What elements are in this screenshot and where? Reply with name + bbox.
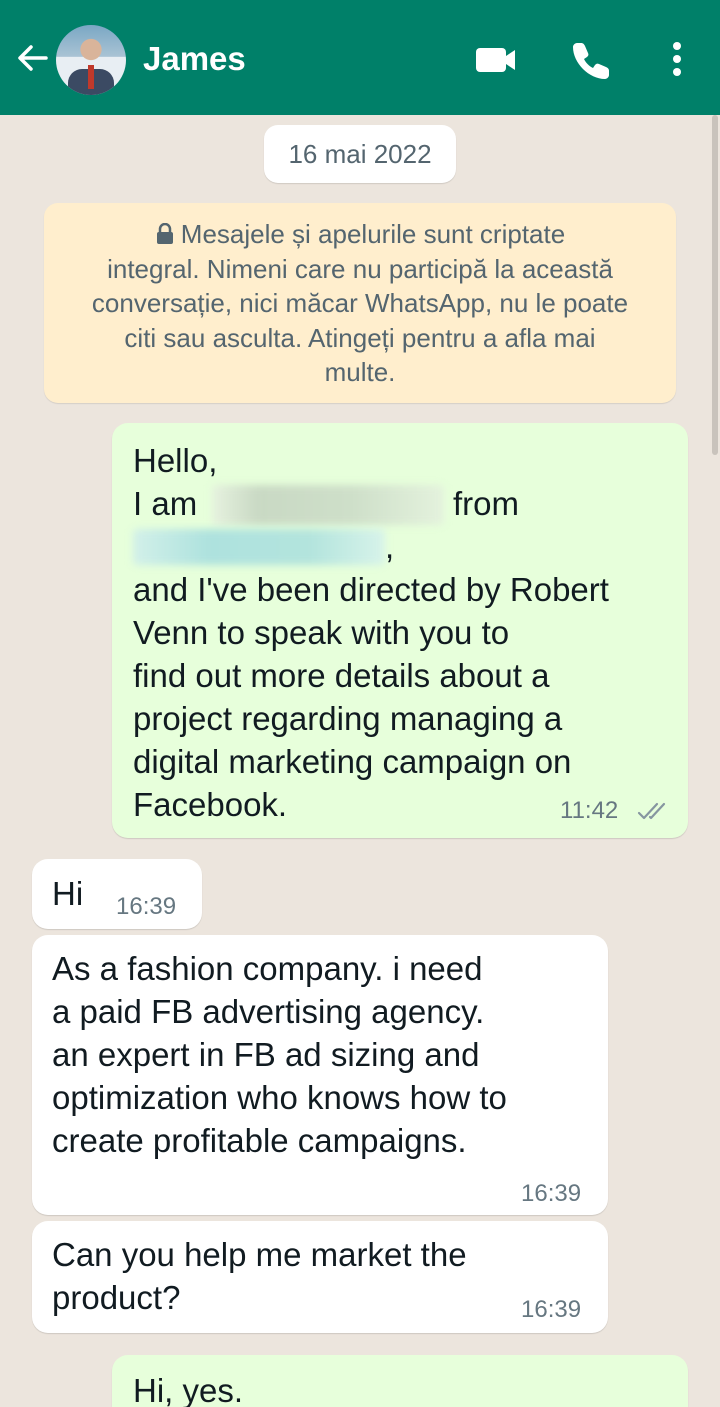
voice-call-icon[interactable]	[572, 40, 612, 80]
contact-name[interactable]: James	[143, 40, 246, 78]
chat-header: James	[0, 0, 720, 115]
back-arrow-icon[interactable]	[14, 40, 50, 76]
message-time: 16:39	[521, 1296, 582, 1323]
date-separator: 16 mai 2022	[264, 125, 456, 183]
incoming-message[interactable]: As a fashion company. i need a paid FB a…	[32, 935, 608, 1215]
double-check-icon	[637, 802, 666, 820]
message-time: 11:42	[560, 797, 619, 824]
outgoing-message[interactable]: Hello, I am from , and I've been directe…	[112, 423, 688, 838]
video-call-icon[interactable]	[474, 40, 518, 80]
message-time: 16:39	[521, 1180, 582, 1207]
lock-icon	[156, 223, 173, 244]
scrollbar[interactable]	[712, 115, 718, 455]
more-options-icon[interactable]	[662, 40, 692, 80]
redacted-name	[212, 485, 444, 525]
redacted-website	[133, 529, 385, 565]
incoming-message[interactable]: Hi 16:39	[32, 859, 202, 929]
message-time: 16:39	[116, 893, 177, 920]
avatar[interactable]	[56, 25, 126, 95]
message-list[interactable]: 16 mai 2022 Mesajele și apelurile sunt c…	[0, 115, 720, 1407]
encryption-notice[interactable]: Mesajele și apelurile sunt criptate inte…	[44, 203, 676, 403]
outgoing-message[interactable]: Hi, yes.	[112, 1355, 688, 1407]
incoming-message[interactable]: Can you help me market the product? 16:3…	[32, 1221, 608, 1333]
